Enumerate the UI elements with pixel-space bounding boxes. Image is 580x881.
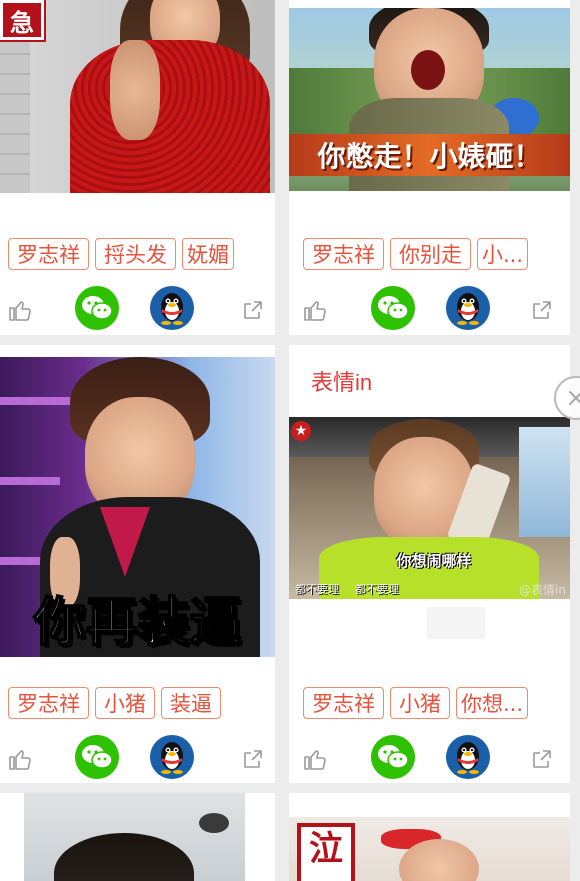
tag-button[interactable]: 罗志祥 [303, 238, 384, 270]
meme-card: 你憋走！小婊砸！ 罗志祥 你别走 小... [289, 0, 570, 335]
share-icon[interactable] [241, 298, 265, 322]
tv-logo-icon: ★ [291, 421, 311, 441]
meme-card [0, 793, 275, 881]
tag-button[interactable]: 小猪 [390, 687, 450, 719]
tag-button[interactable]: 妩媚 [182, 238, 234, 270]
meme-caption: 你再装逼 [32, 591, 242, 654]
thumbs-up-icon[interactable] [8, 747, 32, 771]
meme-image[interactable] [24, 793, 245, 881]
tag-button[interactable]: 装逼 [161, 687, 221, 719]
thumbs-up-icon[interactable] [303, 747, 327, 771]
red-badge: 泣 [297, 823, 355, 881]
watermark-label: 表情in [311, 370, 373, 395]
wechat-icon[interactable] [371, 286, 415, 330]
close-icon [569, 391, 580, 405]
badge-text: 急 [10, 8, 34, 37]
tag-button[interactable]: 捋头发 [95, 238, 176, 270]
wechat-icon[interactable] [371, 735, 415, 779]
meme-subcaption: 都不要理 [295, 583, 339, 596]
thumbs-up-icon[interactable] [8, 298, 32, 322]
qq-penguin-icon[interactable] [150, 286, 194, 330]
share-icon[interactable] [241, 747, 265, 771]
share-icon[interactable] [530, 747, 554, 771]
tag-button[interactable]: 小猪 [95, 687, 155, 719]
meme-image[interactable]: 你憋走！小婊砸！ [289, 8, 570, 191]
badge-text: 泣 [309, 829, 343, 869]
tag-button[interactable]: 罗志祥 [8, 687, 89, 719]
qq-penguin-icon[interactable] [446, 735, 490, 779]
tag-button[interactable]: 小... [477, 238, 529, 270]
share-icon[interactable] [530, 298, 554, 322]
meme-caption: 你想闹哪样 [396, 551, 472, 570]
meme-caption: 你憋走！小婊砸！ [289, 134, 570, 176]
meme-image[interactable]: ★ 你想闹哪样 都不要理 都不要理 @表情in [289, 417, 570, 599]
qq-penguin-icon[interactable] [150, 735, 194, 779]
meme-card: 表情in ★ 你想闹哪样 都不要理 都不要理 @表情in 罗志祥 小猪 你想..… [289, 345, 570, 783]
meme-image[interactable]: 急 [0, 0, 275, 193]
meme-watermark: @表情in [519, 583, 566, 597]
meme-card: 急 罗志祥 捋头发 妩媚 [0, 0, 275, 335]
tag-button[interactable]: 你想... [456, 687, 529, 719]
qq-penguin-icon[interactable] [446, 286, 490, 330]
tag-button[interactable]: 罗志祥 [303, 687, 384, 719]
tag-button[interactable]: 罗志祥 [8, 238, 89, 270]
meme-subcaption: 都不要理 [355, 583, 399, 596]
meme-card: 泣 [289, 793, 570, 881]
meme-image[interactable]: 你再装逼 [0, 357, 275, 657]
red-badge: 急 [0, 0, 46, 42]
meme-image[interactable]: 泣 [289, 817, 570, 881]
tag-button[interactable]: 你别走 [390, 238, 471, 270]
wechat-icon[interactable] [75, 286, 119, 330]
wechat-icon[interactable] [75, 735, 119, 779]
meme-card: 你再装逼 罗志祥 小猪 装逼 [0, 345, 275, 783]
thumbs-up-icon[interactable] [303, 298, 327, 322]
